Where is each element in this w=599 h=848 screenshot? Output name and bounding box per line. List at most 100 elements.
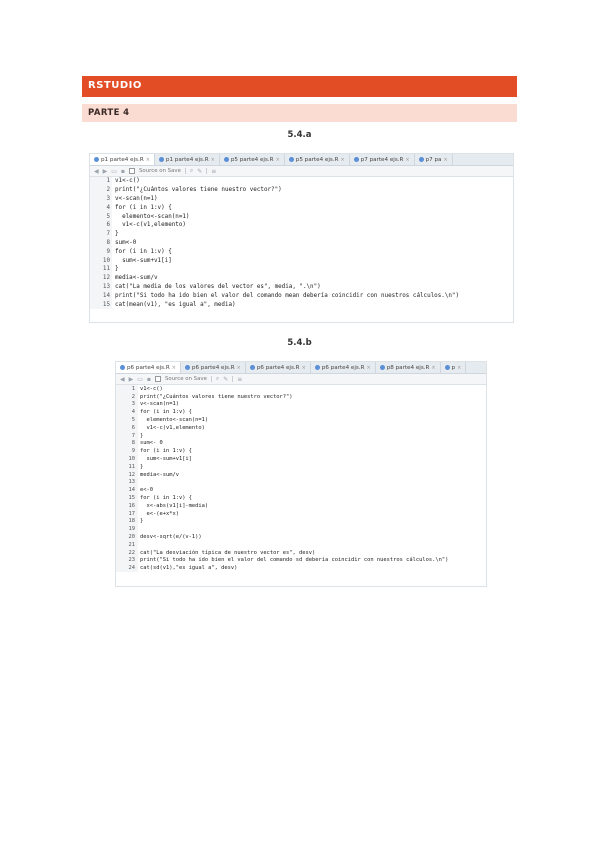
code-line[interactable]: 18} xyxy=(116,518,486,526)
source-on-save-checkbox[interactable] xyxy=(155,376,161,382)
editor-tab-label: p7 pa xyxy=(425,156,442,163)
line-number: 11 xyxy=(102,266,110,273)
wand-icon[interactable]: ✎ xyxy=(223,376,228,383)
search-icon[interactable]: ⌕ xyxy=(216,375,219,383)
close-icon[interactable]: × xyxy=(340,157,344,163)
code-line[interactable]: 17 e<-(e+x*x) xyxy=(116,510,486,518)
code-line[interactable]: 8 sum<- 0 xyxy=(116,440,486,448)
editor-tab[interactable]: p6 parte4 ejs.R × xyxy=(181,362,246,373)
code-line[interactable]: 22 cat("La desviación típica de nuestro v… xyxy=(116,549,486,557)
code-line[interactable]: 3 v<-scan(n=1) xyxy=(116,401,486,409)
code-line[interactable]: 15 for (i in 1:v) { xyxy=(116,494,486,502)
close-icon[interactable]: × xyxy=(211,157,215,163)
code-line[interactable]: 4 for (i in 1:v) { xyxy=(90,203,513,212)
code-line[interactable]: 2 print("¿Cuántos valores tiene nuestro v… xyxy=(90,186,513,195)
code-editor-a[interactable]: 1 v1<-c() 2 print("¿Cuántos valores tiene n… xyxy=(90,177,513,309)
close-icon[interactable]: × xyxy=(366,365,370,371)
document-icon[interactable]: ▭ xyxy=(111,168,117,175)
code-line[interactable]: 8 sum<-0 xyxy=(90,239,513,248)
code-line[interactable]: 14 e<-0 xyxy=(116,486,486,494)
editor-tab[interactable]: p6 parte4 ejs.R × xyxy=(116,362,181,373)
back-arrow-icon[interactable]: ◀ xyxy=(94,168,99,175)
close-icon[interactable]: × xyxy=(443,157,447,163)
document-icon[interactable]: ▭ xyxy=(137,376,143,383)
toolbar-divider xyxy=(210,376,212,382)
code-text: media<-sum/v xyxy=(115,275,158,282)
code-line[interactable]: 1 v1<-c() xyxy=(116,385,486,393)
source-on-save-checkbox[interactable] xyxy=(129,168,135,174)
code-line[interactable]: 19 xyxy=(116,525,486,533)
editor-tab[interactable]: p7 pa × xyxy=(415,154,453,165)
code-line[interactable]: 13 cat("La media de los valores del vecto… xyxy=(90,283,513,292)
close-icon[interactable]: × xyxy=(172,365,176,371)
editor-tab[interactable]: p8 parte4 ejs.R × xyxy=(376,362,441,373)
editor-tab[interactable]: p7 parte4 ejs.R × xyxy=(350,154,415,165)
forward-arrow-icon[interactable]: ▶ xyxy=(129,376,134,383)
code-line[interactable]: 12 media<-sum/v xyxy=(116,471,486,479)
code-line[interactable]: 6 v1<-c(v1,elemento) xyxy=(90,221,513,230)
source-on-save-label: Source on Save xyxy=(139,168,181,174)
code-line[interactable]: 9 for (i in 1:v) { xyxy=(90,247,513,256)
line-number: 3 xyxy=(106,195,110,202)
code-line[interactable]: 1 v1<-c() xyxy=(90,177,513,186)
save-icon[interactable]: ▪ xyxy=(147,376,151,383)
code-line[interactable]: 10 sum<-sum+v1[i] xyxy=(116,455,486,463)
code-line[interactable]: 2 print("¿Cuántos valores tiene nuestro v… xyxy=(116,393,486,401)
list-icon[interactable]: ≡ xyxy=(237,376,242,383)
editor-tab[interactable]: p5 parte4 ejs.R × xyxy=(285,154,350,165)
r-file-icon xyxy=(249,365,255,370)
close-icon[interactable]: × xyxy=(302,365,306,371)
code-line[interactable]: 5 elemento<-scan(n=1) xyxy=(90,212,513,221)
code-line[interactable]: 9 for (i in 1:v) { xyxy=(116,447,486,455)
line-number: 1 xyxy=(106,178,110,185)
close-icon[interactable]: × xyxy=(431,365,435,371)
code-line[interactable]: 11} xyxy=(90,265,513,274)
line-number: 6 xyxy=(131,424,135,431)
line-number: 5 xyxy=(131,417,135,424)
code-line[interactable]: 11} xyxy=(116,463,486,471)
save-icon[interactable]: ▪ xyxy=(121,168,125,175)
editor-tab[interactable]: p5 parte4 ejs.R × xyxy=(220,154,285,165)
code-line[interactable]: 23 print("Si todo ha ido bien el valor de… xyxy=(116,557,486,565)
forward-arrow-icon[interactable]: ▶ xyxy=(103,168,108,175)
code-line[interactable]: 7} xyxy=(90,230,513,239)
code-line[interactable]: 10 sum<-sum+v1[i] xyxy=(90,256,513,265)
editor-tab[interactable]: p1 parte4 ejs.R × xyxy=(155,154,220,165)
code-line[interactable]: 16 x<-abs(v1[i]-media) xyxy=(116,502,486,510)
code-line[interactable]: 21 xyxy=(116,541,486,549)
code-line[interactable]: 14 print("Si todo ha ido bien el valor de… xyxy=(90,291,513,300)
code-line[interactable]: 3 v<-scan(n=1) xyxy=(90,195,513,204)
code-text: for (i in 1:v) { xyxy=(140,448,192,455)
code-line[interactable]: 20 desv<-sqrt(e/(v-1)) xyxy=(116,533,486,541)
close-icon[interactable]: × xyxy=(146,157,150,163)
editor-tab[interactable]: p1 parte4 ejs.R × xyxy=(90,154,155,165)
code-text: cat(sd(v1),"es igual a", desv) xyxy=(140,565,238,572)
search-icon[interactable]: ⌕ xyxy=(190,167,193,175)
code-editor-b[interactable]: 1 v1<-c() 2 print("¿Cuántos valores tiene n… xyxy=(116,385,486,573)
code-text: v<-scan(n=1) xyxy=(115,195,158,202)
code-line[interactable]: 24 cat(sd(v1),"es igual a", desv) xyxy=(116,564,486,572)
list-icon[interactable]: ≡ xyxy=(211,168,216,175)
editor-tab-label: p xyxy=(451,364,456,371)
caption-5-4-b: 5.4.b xyxy=(287,338,312,348)
code-text: for (i in 1:v) { xyxy=(140,495,192,502)
code-line[interactable]: 15 cat(mean(v1), "es igual a", media) xyxy=(90,300,513,309)
close-icon[interactable]: × xyxy=(276,157,280,163)
back-arrow-icon[interactable]: ◀ xyxy=(120,376,125,383)
code-text: elemento<-scan(n=1) xyxy=(140,417,209,424)
code-line[interactable]: 13 xyxy=(116,479,486,487)
code-line[interactable]: 12 media<-sum/v xyxy=(90,274,513,283)
line-number: 12 xyxy=(128,471,136,478)
close-icon[interactable]: × xyxy=(457,365,461,371)
editor-tab[interactable]: p6 parte4 ejs.R × xyxy=(246,362,311,373)
code-line[interactable]: 6 v1<-c(v1,elemento) xyxy=(116,424,486,432)
editor-tab[interactable]: p6 parte4 ejs.R × xyxy=(311,362,376,373)
code-line[interactable]: 5 elemento<-scan(n=1) xyxy=(116,416,486,424)
wand-icon[interactable]: ✎ xyxy=(197,168,202,175)
code-line[interactable]: 4 for (i in 1:v) { xyxy=(116,408,486,416)
close-icon[interactable]: × xyxy=(405,157,409,163)
code-line[interactable]: 7} xyxy=(116,432,486,440)
editor-tab[interactable]: p × xyxy=(441,362,467,373)
close-icon[interactable]: × xyxy=(237,365,241,371)
code-text: media<-sum/v xyxy=(140,471,179,478)
